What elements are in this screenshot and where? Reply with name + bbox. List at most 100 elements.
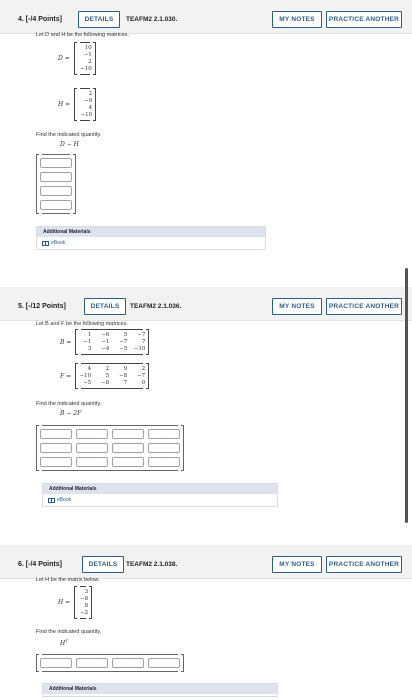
book-icon	[42, 240, 49, 246]
matrix-grid: 3 −8 8 −2	[78, 589, 88, 616]
answer-cell-input[interactable]	[148, 457, 180, 467]
answer-matrix	[36, 425, 184, 471]
practice-another-button[interactable]: PRACTICE ANOTHER	[326, 556, 402, 573]
answer-matrix	[36, 654, 184, 672]
answer-cell-input[interactable]	[76, 658, 108, 668]
answer-cell-input[interactable]	[76, 429, 108, 439]
answer-cell-input[interactable]	[40, 172, 72, 182]
answer-cell-input[interactable]	[112, 443, 144, 453]
details-button[interactable]: DETAILS	[78, 11, 120, 28]
practice-another-button[interactable]: PRACTICE ANOTHER	[326, 298, 402, 315]
matrix-label: H =	[58, 599, 71, 606]
matrix-cell: −8	[80, 596, 89, 602]
matrix-cell: −7	[119, 339, 128, 345]
matrix-H: H = 2 −9 4 −10	[58, 88, 97, 121]
answer-cell-input[interactable]	[148, 443, 180, 453]
matrix-label: B =	[60, 338, 72, 346]
question-6: 6. [-/4 Points] DETAILS TEAFM2 2.1.038. …	[0, 545, 412, 700]
question-header: 5. [-/12 Points] DETAILS TEAFM2 2.1.036.…	[0, 287, 412, 321]
scrollbar-thumb[interactable]	[405, 268, 408, 523]
matrix-cell: −1	[101, 339, 110, 345]
matrix-cell: −4	[101, 346, 110, 352]
ebook-link[interactable]: eBook	[43, 494, 277, 506]
matrix-cell: 8	[84, 603, 89, 609]
additional-materials-title: Additional Materials	[37, 227, 265, 237]
book-icon	[48, 497, 55, 503]
my-notes-button[interactable]: MY NOTES	[272, 11, 322, 28]
answer-matrix	[36, 154, 76, 214]
matrix-cell: −10	[133, 346, 146, 352]
find-instruction: Find the indicated quantity.	[36, 132, 102, 138]
my-notes-button[interactable]: MY NOTES	[272, 556, 322, 573]
matrix-cell: −10	[80, 66, 92, 72]
practice-another-button[interactable]: PRACTICE ANOTHER	[326, 11, 402, 28]
question-4: 4. [-/4 Points] DETAILS TEAFM2 2.1.030. …	[0, 0, 412, 255]
matrix-cell: −5	[83, 380, 92, 386]
matrix-cell: −10	[79, 373, 92, 379]
expression: D − H	[60, 141, 79, 148]
details-button[interactable]: DETAILS	[84, 298, 126, 315]
question-code: TEAFM2 2.1.030.	[126, 16, 178, 23]
answer-cell-input[interactable]	[40, 186, 72, 196]
answer-cell-input[interactable]	[76, 457, 108, 467]
answer-cell-input[interactable]	[112, 429, 144, 439]
matrix-cell: 5	[123, 332, 128, 338]
answer-bracket	[36, 425, 184, 471]
matrix-bracket: 3 −8 8 −2	[74, 586, 93, 619]
question-header: 4. [-/4 Points] DETAILS TEAFM2 2.1.030. …	[0, 0, 412, 34]
question-code: TEAFM2 2.1.038.	[126, 561, 178, 568]
matrix-H: H = 3 −8 8 −2	[58, 586, 93, 619]
matrix-cell: −2	[80, 610, 89, 616]
additional-materials-title: Additional Materials	[43, 484, 277, 494]
ebook-label: eBook	[51, 240, 66, 246]
matrix-cell: 1	[87, 332, 92, 338]
additional-materials: Additional Materials eBook	[42, 483, 278, 507]
matrix-grid: 2 −9 4 −10	[78, 91, 93, 118]
answer-cell-input[interactable]	[40, 429, 72, 439]
answer-cell-input[interactable]	[76, 443, 108, 453]
matrix-cell: −9	[84, 98, 93, 104]
answer-cell-input[interactable]	[112, 457, 144, 467]
question-code: TEAFM2 2.1.036.	[130, 303, 182, 310]
question-intro: Let B and F be the following matrices.	[36, 321, 129, 327]
details-button[interactable]: DETAILS	[82, 556, 124, 573]
answer-bracket	[36, 154, 76, 214]
answer-cell-input[interactable]	[40, 443, 72, 453]
matrix-cell: −7	[137, 332, 146, 338]
expression: B − 2F	[60, 410, 82, 417]
answer-cell-input[interactable]	[112, 658, 144, 668]
answer-cell-input[interactable]	[40, 658, 72, 668]
matrix-cell: −1	[83, 52, 92, 58]
answer-grid	[40, 158, 72, 210]
matrix-grid: 10 −1 2 −10	[78, 45, 92, 72]
answer-cell-input[interactable]	[148, 658, 180, 668]
answer-cell-input[interactable]	[40, 158, 72, 168]
answer-cell-input[interactable]	[148, 429, 180, 439]
ebook-link[interactable]: eBook	[37, 237, 265, 249]
question-5: 5. [-/12 Points] DETAILS TEAFM2 2.1.036.…	[0, 287, 412, 517]
additional-materials-title: Additional Materials	[43, 684, 277, 694]
matrix-bracket: 2 −9 4 −10	[74, 88, 97, 121]
question-number: 6. [-/4 Points]	[18, 561, 62, 568]
matrix-bracket: 4 2 9 2 −10 5 −8 −7 −5 −8 7 0	[75, 363, 150, 389]
find-instruction: Find the indicated quantity.	[36, 629, 102, 635]
matrix-label: D =	[58, 55, 70, 62]
matrix-cell: 2	[88, 59, 92, 65]
matrix-F: F = 4 2 9 2 −10 5 −8 −7 −5 −8 7 0	[60, 363, 150, 389]
expression: HT	[60, 638, 68, 647]
matrix-cell: −6	[101, 332, 110, 338]
my-notes-button[interactable]: MY NOTES	[272, 298, 322, 315]
additional-materials: Additional Materials	[42, 683, 278, 697]
matrix-label: H =	[58, 101, 71, 108]
matrix-cell: 2	[141, 366, 146, 372]
matrix-cell: 2	[88, 91, 93, 97]
matrix-cell: −10	[80, 112, 93, 118]
answer-cell-input[interactable]	[40, 457, 72, 467]
answer-cell-input[interactable]	[40, 200, 72, 210]
matrix-cell: −8	[119, 373, 128, 379]
matrix-B: B = 1 −6 5 −7 −1 −1 −7 7 3 −4 −5 −10	[60, 329, 150, 355]
matrix-cell: −1	[83, 339, 92, 345]
matrix-D: D = 10 −1 2 −10	[58, 42, 96, 75]
question-number: 5. [-/12 Points]	[18, 303, 66, 310]
matrix-cell: 10	[84, 45, 92, 51]
